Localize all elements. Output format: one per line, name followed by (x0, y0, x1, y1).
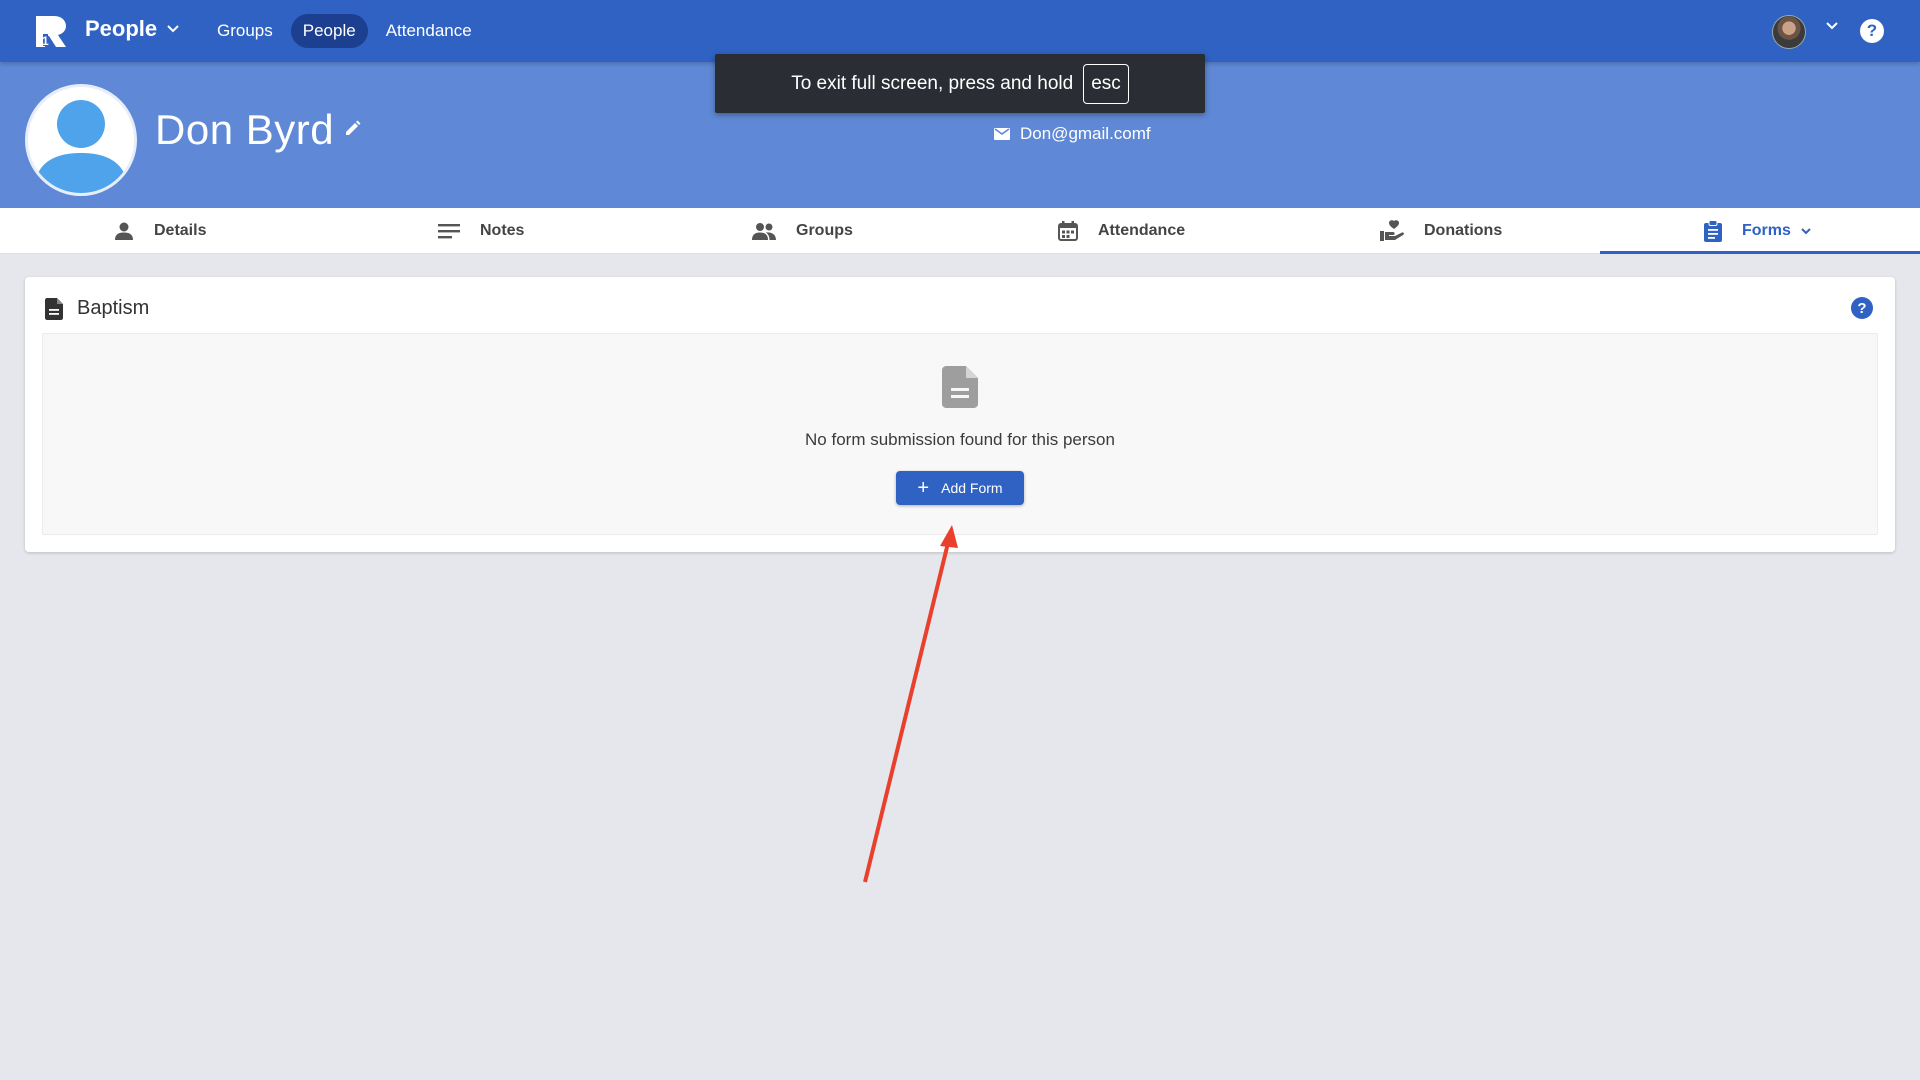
tab-groups-label: Groups (796, 222, 853, 239)
person-icon (115, 222, 133, 240)
donation-icon (1380, 220, 1404, 241)
person-silhouette-icon (34, 100, 128, 193)
active-tab-indicator (1600, 251, 1920, 254)
user-menu-chevron-icon[interactable] (1826, 22, 1838, 30)
toast-key: esc (1083, 63, 1129, 104)
nav-attendance[interactable]: Attendance (374, 14, 484, 48)
card-help-icon[interactable]: ? (1851, 297, 1873, 319)
email-row[interactable]: Don@gmail.comf (994, 124, 1151, 144)
tab-donations[interactable]: Donations (1380, 208, 1502, 254)
add-form-button[interactable]: + Add Form (896, 471, 1024, 505)
user-avatar[interactable] (1772, 15, 1806, 49)
tab-notes-label: Notes (480, 222, 525, 239)
nav-people[interactable]: People (290, 14, 368, 48)
email-text: Don@gmail.comf (1020, 124, 1151, 143)
tab-details[interactable]: Details (114, 208, 206, 254)
empty-state: No form submission found for this person… (42, 333, 1878, 535)
tab-attendance-label: Attendance (1098, 222, 1186, 239)
tab-donations-label: Donations (1424, 222, 1503, 239)
empty-document-icon (942, 366, 978, 408)
clipboard-icon (1704, 220, 1722, 242)
card-title: Baptism (77, 297, 150, 319)
app-switcher[interactable]: People (85, 16, 179, 42)
person-name: Don Byrd (155, 106, 335, 153)
svg-text:1: 1 (42, 34, 49, 48)
plus-icon: + (917, 477, 930, 499)
mail-icon (994, 128, 1010, 140)
tab-notes[interactable]: Notes (438, 208, 524, 254)
groups-icon (752, 223, 776, 240)
toast-text: To exit full screen, press and hold (791, 72, 1074, 94)
notes-icon (438, 224, 460, 239)
app-logo-icon[interactable]: 1 (32, 12, 70, 50)
tab-details-label: Details (154, 222, 207, 239)
tab-forms[interactable]: Forms (1704, 208, 1811, 254)
edit-pencil-icon[interactable] (344, 119, 362, 137)
help-icon[interactable]: ? (1860, 19, 1884, 43)
document-icon (45, 297, 63, 320)
empty-message: No form submission found for this person (805, 430, 1115, 449)
tab-forms-label: Forms (1742, 222, 1791, 239)
calendar-icon (1058, 221, 1078, 241)
tab-attendance[interactable]: Attendance (1058, 208, 1185, 254)
top-bar: 1 People Groups People Attendance ? (0, 0, 1920, 62)
baptism-card: Baptism ? No form submission found for t… (25, 277, 1895, 552)
chevron-down-icon (1801, 227, 1811, 234)
nav-groups[interactable]: Groups (205, 14, 285, 48)
card-header: Baptism (45, 297, 149, 320)
person-tabs: Details Notes Groups Attendance Donation… (0, 208, 1920, 254)
arrow-shaft (863, 542, 950, 883)
fullscreen-toast: To exit full screen, press and hold esc (715, 54, 1205, 113)
top-nav: Groups People Attendance (205, 14, 484, 48)
chevron-down-icon (167, 25, 179, 33)
tab-groups[interactable]: Groups (752, 208, 853, 254)
add-form-label: Add Form (941, 480, 1003, 496)
person-avatar[interactable] (25, 84, 137, 196)
app-title: People (85, 16, 158, 41)
